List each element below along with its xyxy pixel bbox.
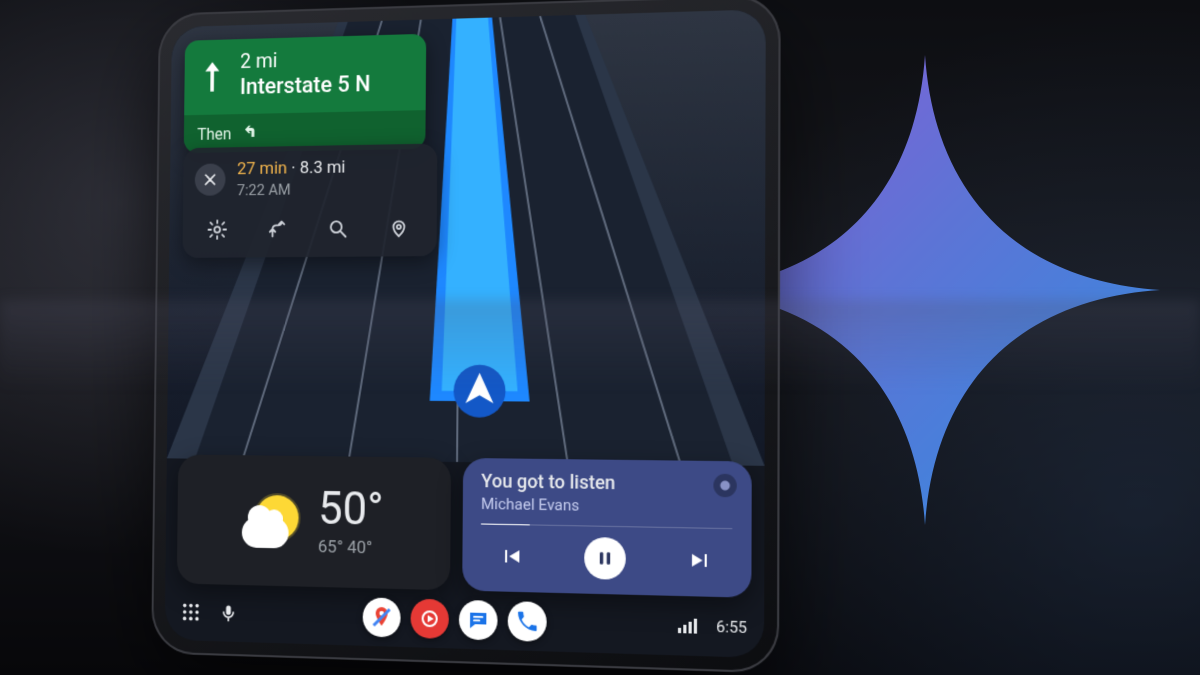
search-icon[interactable] [318,210,358,247]
alternate-routes-icon[interactable] [257,211,296,248]
playback-progress[interactable] [481,523,732,529]
status-time: 6:55 [716,617,747,637]
straight-arrow-icon [198,59,227,94]
album-art-icon [713,474,736,498]
eta-duration: 27 min [237,158,287,179]
phone-app-icon[interactable] [507,601,546,642]
cards-row: 50° 65° 40° You got to listen Michael Ev… [177,454,752,597]
settings-icon[interactable] [198,211,237,247]
scene-background: 2 mi Interstate 5 N Then [0,0,1200,675]
track-title: You got to listen [481,471,732,497]
screen: 2 mi Interstate 5 N Then [165,9,766,658]
pause-button[interactable] [584,537,626,580]
weather-temp: 50° [318,486,384,532]
nav-then-label: Then [197,124,231,144]
nav-road: Interstate 5 N [240,72,371,101]
device-frame: 2 mi Interstate 5 N Then [155,12,775,652]
location-pin-icon[interactable] [379,209,419,246]
messages-app-icon[interactable] [458,600,497,641]
eta-tools [194,209,423,248]
close-nav-button[interactable] [195,163,226,195]
eta-card[interactable]: 27 min · 8.3 mi 7:22 AM [183,144,438,258]
next-track-button[interactable] [688,547,713,573]
music-card[interactable]: You got to listen Michael Evans [462,458,752,598]
weather-range: 65° 40° [318,537,383,559]
signal-strength-icon [678,618,697,633]
voice-assistant-button[interactable] [219,602,239,625]
partly-cloudy-icon [242,489,303,553]
eta-summary: 27 min · 8.3 mi [237,157,346,179]
map-view[interactable]: 2 mi Interstate 5 N Then [167,9,766,466]
navigation-step: 2 mi Interstate 5 N [184,34,426,116]
turn-left-icon [241,122,259,144]
track-artist: Michael Evans [481,494,733,517]
eta-distance: 8.3 mi [300,157,346,178]
eta-arrival: 7:22 AM [237,180,346,200]
weather-card[interactable]: 50° 65° 40° [177,454,451,590]
previous-track-button[interactable] [499,544,524,570]
nav-distance: 2 mi [240,47,371,71]
maps-app-icon[interactable] [362,597,400,637]
youtube-music-app-icon[interactable] [410,599,449,639]
navigation-banner[interactable]: 2 mi Interstate 5 N Then [184,34,427,154]
app-launcher-button[interactable] [180,601,201,624]
